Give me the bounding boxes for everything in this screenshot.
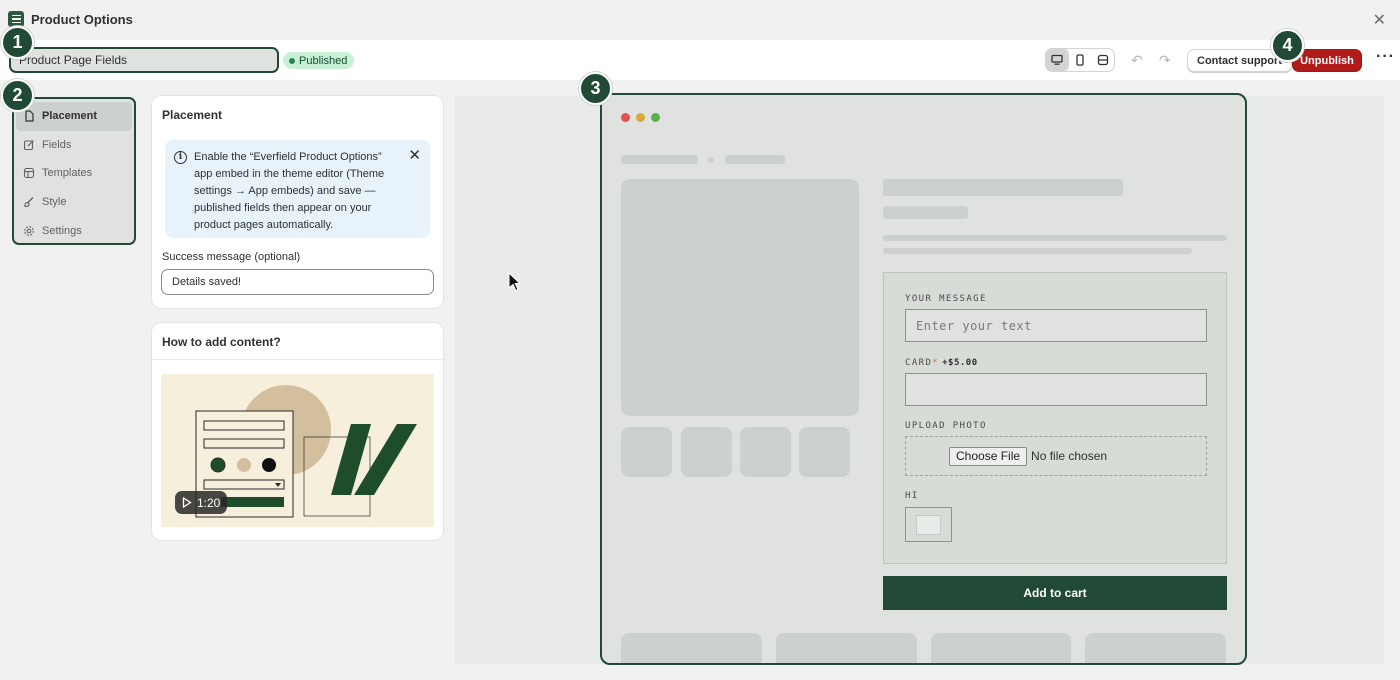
success-message-input[interactable]: Details saved! (161, 269, 434, 295)
callout-marker-1: 1 (1, 26, 34, 59)
redo-icon[interactable]: ↷ (1159, 52, 1171, 69)
related-product-placeholder (621, 633, 762, 663)
your-message-input[interactable]: Enter your text (905, 309, 1207, 342)
template-icon (23, 168, 35, 179)
product-price-placeholder (883, 206, 968, 219)
nav-item-label: Settings (42, 224, 82, 237)
placement-heading: Placement (162, 108, 223, 122)
more-options-icon[interactable]: ··· (1376, 48, 1395, 66)
your-message-placeholder: Enter your text (916, 318, 1032, 333)
nav-item-templates[interactable]: Templates (14, 159, 134, 188)
status-badge: Published (283, 52, 355, 69)
undo-icon[interactable]: ↶ (1131, 52, 1143, 69)
mouse-cursor-icon (508, 272, 522, 292)
card-price: +$5.00 (942, 358, 978, 368)
nav-item-label: Templates (42, 167, 93, 180)
brush-icon (24, 197, 34, 208)
callout-marker-3: 3 (579, 72, 612, 105)
thumbnail-placeholder (799, 427, 850, 477)
fullwidth-view-button[interactable] (1091, 49, 1114, 71)
how-to-heading: How to add content? (162, 335, 281, 349)
success-message-label: Success message (optional) (162, 251, 301, 263)
callout-marker-2: 2 (1, 79, 34, 112)
breadcrumb-placeholder (621, 155, 698, 164)
gear-icon (24, 225, 34, 236)
breadcrumb-separator (708, 157, 714, 163)
divider (152, 359, 443, 360)
success-message-value: Details saved! (172, 276, 242, 288)
product-title-placeholder (883, 179, 1123, 196)
window-title: Product Options (31, 11, 133, 27)
thumbnail-placeholder (621, 427, 672, 477)
product-options-form: YOUR MESSAGE Enter your text CARD* +$5.00… (883, 272, 1227, 564)
window-minimize-dot (636, 113, 645, 122)
thumbnail-placeholder (681, 427, 732, 477)
upload-photo-dropzone[interactable]: Choose File No file chosen (905, 436, 1207, 476)
product-image-placeholder (621, 179, 859, 416)
no-file-text: No file chosen (1031, 449, 1108, 463)
info-icon: i (174, 151, 187, 164)
description-placeholder (883, 235, 1227, 241)
window-close-dot (621, 113, 630, 122)
status-badge-label: Published (299, 54, 348, 67)
window-maximize-dot (651, 113, 660, 122)
swatch-image-icon (916, 514, 941, 535)
edit-icon (23, 139, 34, 150)
mobile-icon (1076, 54, 1084, 66)
fullwidth-icon (1097, 54, 1108, 66)
top-bar: Product Page Fields Published ↶ ↷ Contac… (0, 40, 1400, 80)
name-input[interactable]: Product Page Fields (9, 47, 279, 73)
nav-item-label: Style (42, 196, 67, 209)
thumbnail-placeholder (740, 427, 791, 477)
choose-file-button[interactable]: Choose File (949, 446, 1028, 466)
nav-item-style[interactable]: Style (14, 188, 134, 217)
nav-item-placement[interactable]: Placement (16, 102, 132, 131)
related-product-placeholder (931, 633, 1071, 663)
page-icon (25, 110, 34, 122)
placement-card: Placement i Enable the “Everfield Produc… (152, 96, 443, 308)
callout-marker-4: 4 (1271, 29, 1304, 62)
upload-photo-label: UPLOAD PHOTO (905, 421, 987, 431)
nav-item-label: Fields (42, 138, 72, 151)
video-duration: 1:20 (197, 495, 221, 510)
status-dot-icon (289, 57, 295, 64)
settings-nav: Placement Fields Templates Style Setting… (12, 97, 136, 245)
device-toggle-group (1045, 48, 1115, 72)
nav-item-settings[interactable]: Settings (14, 216, 134, 245)
info-banner: i Enable the “Everfield Product Options”… (165, 140, 430, 238)
app-icon (8, 11, 24, 27)
your-message-label: YOUR MESSAGE (905, 294, 987, 304)
video-thumbnail[interactable]: 1:20 (161, 374, 434, 527)
unpublish-button[interactable]: Unpublish (1292, 49, 1362, 72)
play-icon (182, 497, 192, 508)
nav-item-fields[interactable]: Fields (14, 131, 134, 160)
name-input-value: Product Page Fields (19, 53, 128, 67)
card-label-text: CARD (905, 358, 933, 368)
required-mark: * (932, 358, 940, 368)
related-product-placeholder (1085, 633, 1226, 663)
close-icon[interactable]: ✕ (1373, 10, 1386, 30)
card-label: CARD* +$5.00 (905, 358, 978, 368)
desktop-view-button[interactable] (1046, 49, 1069, 71)
how-to-card: How to add content? 1:20 (152, 323, 443, 540)
window-titlebar: Product Options ✕ (0, 0, 1400, 38)
description-placeholder (883, 248, 1192, 254)
dismiss-banner-icon[interactable]: ✕ (408, 147, 421, 164)
add-to-cart-button[interactable]: Add to cart (883, 576, 1227, 610)
card-input[interactable] (905, 373, 1207, 406)
breadcrumb-placeholder (725, 155, 785, 164)
nav-item-label: Placement (42, 110, 98, 123)
mobile-view-button[interactable] (1069, 49, 1092, 71)
info-text: Enable the “Everfield Product Options” a… (194, 151, 385, 231)
storefront-preview: YOUR MESSAGE Enter your text CARD* +$5.00… (600, 93, 1247, 665)
image-swatch-option[interactable] (905, 507, 952, 542)
desktop-icon (1051, 54, 1063, 65)
hi-label: HI (905, 491, 919, 501)
related-product-placeholder (776, 633, 917, 663)
play-button[interactable]: 1:20 (175, 491, 228, 514)
